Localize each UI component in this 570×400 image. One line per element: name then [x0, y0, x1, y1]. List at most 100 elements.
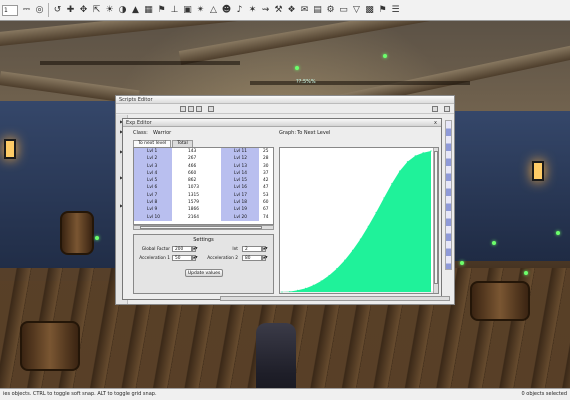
level-cell[interactable]: Lvl 5	[134, 177, 172, 184]
level-cell[interactable]: Lvl 17	[221, 192, 259, 199]
class-value[interactable]: Warrior	[153, 130, 171, 136]
update-values-button[interactable]: Update values	[185, 269, 223, 277]
exp-value-cell[interactable]: 60	[259, 199, 273, 206]
filter-icon[interactable]: ▽	[351, 5, 362, 16]
level-cell[interactable]: Lvl 11	[221, 148, 259, 155]
path-icon[interactable]: ⇝	[260, 5, 271, 16]
level-cell[interactable]: Lvl 15	[221, 177, 259, 184]
cube-icon[interactable]: ▩	[364, 5, 375, 16]
level-cell[interactable]: Lvl 20	[221, 214, 259, 221]
exp-value-cell[interactable]: 660	[172, 170, 221, 177]
exp-value-cell[interactable]: 67	[259, 206, 273, 213]
level-cell[interactable]: Lvl 4	[134, 170, 172, 177]
exp-value-cell[interactable]: 1073	[172, 184, 221, 191]
level-cell[interactable]: Lvl 16	[221, 184, 259, 191]
level-cell[interactable]: Lvl 1	[134, 148, 172, 155]
exp-value-cell[interactable]: 1579	[172, 199, 221, 206]
exp-value-cell[interactable]: 42	[259, 177, 273, 184]
tab-total[interactable]: Total	[172, 140, 193, 147]
level-cell[interactable]: Lvl 12	[221, 155, 259, 162]
editor-scrollbar[interactable]	[220, 296, 450, 301]
exp-value-cell[interactable]: 53	[259, 192, 273, 199]
lock-icon[interactable]: ⎓	[21, 5, 32, 16]
level-cell[interactable]: Lvl 9	[134, 206, 172, 213]
flag-icon[interactable]: ⚑	[156, 5, 167, 16]
fx-icon[interactable]: ✶	[247, 5, 258, 16]
acceleration2-spinner[interactable]: ▲▼	[262, 255, 268, 261]
exp-value-cell[interactable]: 1315	[172, 192, 221, 199]
int-spinner[interactable]: ▲▼	[262, 246, 268, 252]
level-cell[interactable]: Lvl 14	[221, 170, 259, 177]
exp-value-cell[interactable]: 25	[259, 148, 273, 155]
close-icon[interactable]: x	[434, 119, 437, 127]
globe-icon[interactable]: ◑	[117, 5, 128, 16]
sound-icon[interactable]: ♪	[234, 5, 245, 16]
exp-value-cell[interactable]: 37	[259, 170, 273, 177]
move-icon[interactable]: ✥	[78, 5, 89, 16]
hammer-icon[interactable]: ⚒	[273, 5, 284, 16]
save-icon[interactable]	[196, 106, 202, 112]
exp-value-cell[interactable]: 862	[172, 177, 221, 184]
layer-dropdown[interactable]: 1	[2, 4, 18, 16]
folder-icon[interactable]	[188, 106, 194, 112]
axis-icon[interactable]: ⊥	[169, 5, 180, 16]
level-cell[interactable]: Lvl 10	[134, 214, 172, 221]
open-icon[interactable]	[180, 106, 186, 112]
star-icon[interactable]: ✴	[195, 5, 206, 16]
grid-icon[interactable]: ▦	[143, 5, 154, 16]
info-icon[interactable]	[208, 106, 214, 112]
graph-mode-select[interactable]: To Next Level	[297, 130, 330, 136]
exp-value-cell[interactable]: 466	[172, 163, 221, 170]
level-cell[interactable]: Lvl 8	[134, 199, 172, 206]
status-bar: ies objects. CTRL to toggle soft snap. A…	[0, 388, 570, 400]
table-icon[interactable]: ▤	[312, 5, 323, 16]
int-input[interactable]: 2	[242, 246, 262, 252]
level-cell[interactable]: Lvl 3	[134, 163, 172, 170]
exp-value-cell[interactable]: 267	[172, 155, 221, 162]
trash-icon[interactable]	[444, 106, 450, 112]
global-factor-spinner[interactable]: ▲▼	[192, 246, 198, 252]
transform-icon[interactable]: ❖	[286, 5, 297, 16]
mountain-icon[interactable]: △	[208, 5, 219, 16]
folder-icon[interactable]: ▭	[338, 5, 349, 16]
ai-icon[interactable]: ☻	[221, 5, 232, 16]
right-scrollbar[interactable]	[445, 120, 452, 270]
scale-icon[interactable]: ⇱	[91, 5, 102, 16]
exp-value-cell[interactable]: 74	[259, 214, 273, 221]
level-cell[interactable]: Lvl 18	[221, 199, 259, 206]
graph-scrollbar[interactable]	[433, 148, 438, 293]
camera-icon[interactable]: ▣	[182, 5, 193, 16]
level-cell[interactable]: Lvl 6	[134, 184, 172, 191]
character[interactable]	[256, 323, 296, 388]
global-factor-input[interactable]: 200	[172, 246, 192, 252]
speech-icon[interactable]: ✉	[299, 5, 310, 16]
exp-value-cell[interactable]: 2164	[172, 214, 221, 221]
level-cell[interactable]: Lvl 13	[221, 163, 259, 170]
tool-icon[interactable]: ⚙	[325, 5, 336, 16]
level-cell[interactable]: Lvl 2	[134, 155, 172, 162]
page-icon[interactable]	[432, 106, 438, 112]
tab-to-next-level[interactable]: To next level	[133, 140, 172, 147]
scroll-thumb[interactable]	[140, 226, 262, 229]
acceleration2-input[interactable]: 80	[242, 255, 262, 261]
exp-value-cell[interactable]: 143	[172, 148, 221, 155]
scroll-thumb[interactable]	[434, 151, 438, 284]
bookmark-icon[interactable]: ⚑	[377, 5, 388, 16]
exp-value-cell[interactable]: 30	[259, 163, 273, 170]
light-icon[interactable]: ☀	[104, 5, 115, 16]
level-cell[interactable]: Lvl 7	[134, 192, 172, 199]
level-cell[interactable]: Lvl 19	[221, 206, 259, 213]
exp-value-cell[interactable]: 1866	[172, 206, 221, 213]
settings-icon[interactable]: ☰	[390, 5, 401, 16]
exp-value-cell[interactable]: 47	[259, 184, 273, 191]
exp-value-cell[interactable]: 28	[259, 155, 273, 162]
acceleration1-input[interactable]: 50	[172, 255, 192, 261]
undo-icon[interactable]: ↺	[52, 5, 63, 16]
exp-table[interactable]: Lvl 1 Lvl 2 Lvl 3 Lvl 4 Lvl 5 Lvl 6 Lvl 7 Lvl 8…	[133, 147, 274, 225]
eye-icon[interactable]: ◎	[34, 5, 45, 16]
acceleration1-spinner[interactable]: ▲▼	[192, 255, 198, 261]
table-scrollbar[interactable]	[133, 225, 274, 230]
cross-icon[interactable]: ✚	[65, 5, 76, 16]
exp-editor-dialog[interactable]: Exp Editor x Class: Warrior Graph: To Ne…	[122, 118, 442, 300]
terrain-icon[interactable]: ▲	[130, 5, 141, 16]
